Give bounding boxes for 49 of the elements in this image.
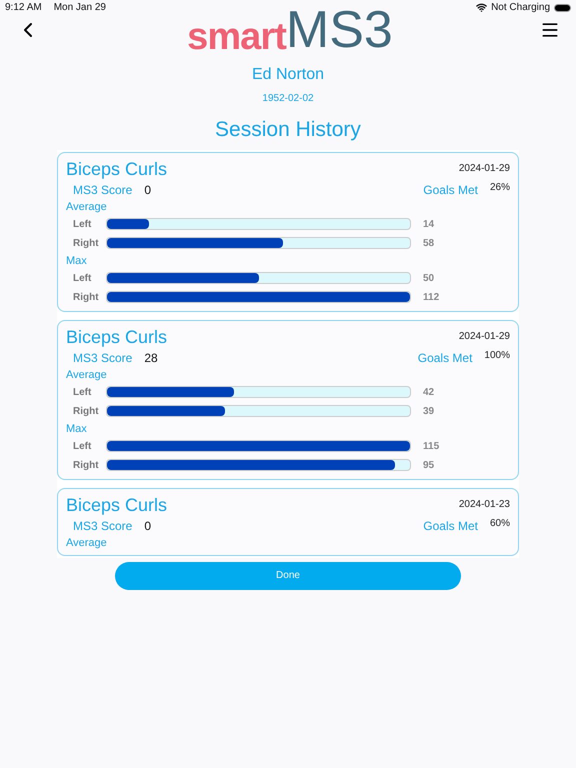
score-value: 0 <box>144 182 152 198</box>
bar-value: 58 <box>423 236 434 250</box>
side-label: Left <box>72 386 92 400</box>
bar-value: 115 <box>423 440 440 454</box>
exercise-name: Biceps Curls <box>66 326 168 348</box>
bar-value: 42 <box>423 386 434 400</box>
side-label: Right <box>72 236 100 250</box>
goals-label: Goals Met <box>418 350 472 366</box>
bar-value: 50 <box>423 272 434 286</box>
goals-value: 26% <box>490 181 510 195</box>
session-date: 2024-01-23 <box>458 498 510 512</box>
birth-date: 1952-02-02 <box>262 92 314 106</box>
side-label: Left <box>72 272 92 286</box>
side-label: Right <box>72 404 100 418</box>
battery-icon <box>554 4 571 12</box>
bar-value: 95 <box>423 458 434 472</box>
bar-value: 112 <box>423 290 440 304</box>
status-date: Mon Jan 29 <box>54 1 106 15</box>
score-label: MS3 Score <box>73 518 132 534</box>
session-date: 2024-01-29 <box>458 330 510 344</box>
score-value: 0 <box>144 518 152 534</box>
group-label: Average <box>66 368 108 382</box>
bar-value: 39 <box>423 404 434 418</box>
goals-label: Goals Met <box>423 518 478 534</box>
goals-label: Goals Met <box>423 182 478 198</box>
patient-name: Ed Norton <box>252 65 324 85</box>
side-label: Right <box>72 458 100 472</box>
session-date: 2024-01-29 <box>458 162 510 176</box>
charging-status: Not Charging <box>491 1 550 15</box>
page-title: Session History <box>215 117 361 143</box>
exercise-name: Biceps Curls <box>66 494 168 516</box>
wifi-icon <box>476 2 488 13</box>
side-label: Left <box>72 440 92 454</box>
group-label: Average <box>66 536 108 550</box>
score-value: 28 <box>144 350 158 366</box>
goals-value: 60% <box>490 517 510 531</box>
status-time: 9:12 AM <box>5 1 42 15</box>
side-label: Left <box>72 218 92 232</box>
score-label: MS3 Score <box>73 182 132 198</box>
score-label: MS3 Score <box>73 350 132 366</box>
exercise-name: Biceps Curls <box>66 158 168 180</box>
logo: smartMS3 <box>187 4 393 56</box>
group-label: Average <box>66 200 108 214</box>
side-label: Right <box>72 290 100 304</box>
done-button[interactable]: Done <box>115 562 461 590</box>
bar-value: 14 <box>423 218 434 232</box>
goals-value: 100% <box>484 349 510 363</box>
group-label: Max <box>66 254 88 268</box>
group-label: Max <box>66 422 88 436</box>
